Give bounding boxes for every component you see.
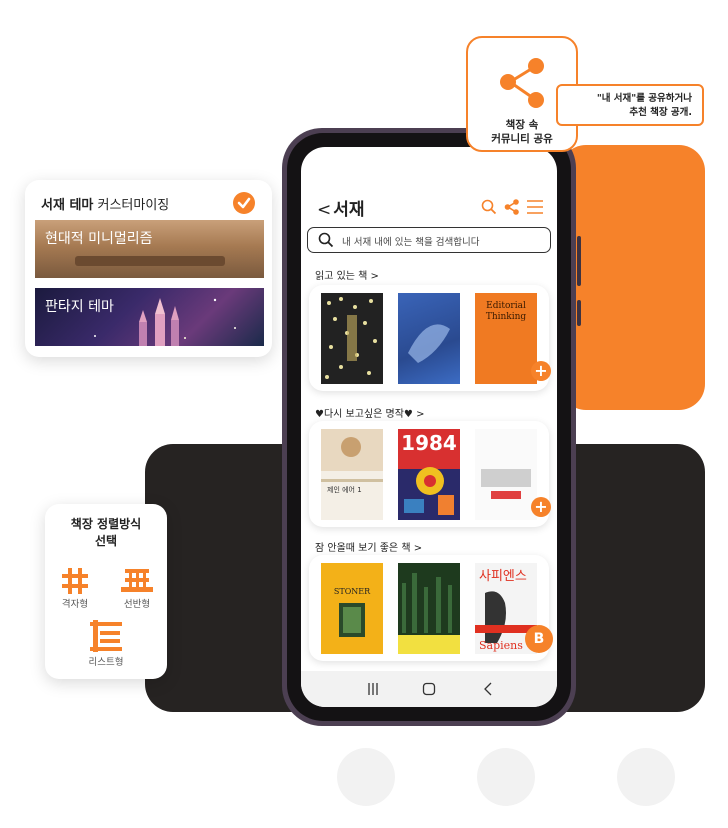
layout-option-list[interactable]: 리스트형 (81, 618, 131, 668)
search-input[interactable]: 내 서재 내에 있는 책을 검색합니다 (307, 227, 551, 253)
book-cover[interactable]: Editorial Thinking (475, 293, 537, 384)
recents-button[interactable] (367, 681, 379, 695)
layout-option-label: 리스트형 (88, 657, 124, 668)
search-icon[interactable] (481, 199, 497, 215)
share-tip-line-1: "내 서재"를 공유하거나 (596, 93, 692, 104)
library-app-icon[interactable]: B (525, 625, 553, 653)
layout-title-2: 선택 (94, 534, 118, 548)
share-tooltip: "내 서재"를 공유하거나 추천 책장 공개. (556, 84, 704, 126)
theme-option-minimal[interactable]: 현대적 미니멀리즘 (35, 220, 264, 278)
phone-screen: < 서재 내 서재 내에 있는 책을 검색합니다 읽고 있는 책 > Edito… (301, 147, 557, 707)
table-image (75, 256, 225, 266)
book-cover[interactable]: 1984 (398, 429, 460, 520)
search-placeholder: 내 서재 내에 있는 책을 검색합니다 (342, 237, 480, 248)
page-title: < 서재 (317, 200, 365, 220)
menu-icon[interactable] (527, 199, 543, 215)
layout-option-shelf[interactable]: 선반형 (115, 566, 159, 610)
orange-backdrop (560, 145, 705, 410)
book-title: Thinking (485, 312, 527, 322)
theme-card-title: 서재 테마 커스터마이징 (41, 198, 170, 213)
book-cover[interactable] (475, 429, 537, 520)
search-icon (318, 232, 334, 248)
home-button[interactable] (422, 681, 436, 696)
section-title[interactable]: 읽고 있는 책 > (315, 267, 379, 282)
grid-icon (62, 568, 88, 594)
book-cover[interactable] (398, 563, 460, 654)
section-title[interactable]: 잠 안올때 보기 좋은 책 > (315, 539, 422, 554)
layout-option-label: 선반형 (123, 599, 151, 610)
shelf-icon (121, 569, 153, 592)
book-cover[interactable]: STONER (321, 563, 383, 654)
theme-option-label: 현대적 미니멀리즘 (45, 231, 153, 247)
book-cover[interactable] (321, 293, 383, 384)
layout-option-grid[interactable]: 격자형 (55, 566, 95, 610)
power-button (577, 300, 581, 326)
system-nav-bar (301, 671, 557, 707)
book-title: 1984 (401, 431, 457, 455)
share-icon[interactable] (504, 198, 520, 216)
page-dot (477, 748, 535, 806)
book-title: 사피엔스 (479, 569, 527, 584)
bookshelf-reading: Editorial Thinking + (309, 285, 551, 391)
book-cover[interactable]: 제인 에어 1 (321, 429, 383, 520)
share-tip-line-2: 추천 책장 공개. (629, 107, 692, 118)
share-label-2: 커뮤니티 공유 (491, 133, 553, 145)
bookshelf-favorites: 제인 에어 1 1984 + (309, 421, 551, 527)
layout-card: 책장 정렬방식 선택 격자형 선반형 리스트형 (45, 504, 167, 679)
theme-option-fantasy[interactable]: 판타지 테마 (35, 288, 264, 346)
section-title[interactable]: ♥다시 보고싶은 명작♥ > (315, 405, 424, 420)
layout-option-label: 격자형 (61, 599, 89, 610)
page-dot (617, 748, 675, 806)
page-dot (337, 748, 395, 806)
theme-card: 서재 테마 커스터마이징 현대적 미니멀리즘 판타지 테마 (25, 180, 272, 357)
phone-frame: < 서재 내 서재 내에 있는 책을 검색합니다 읽고 있는 책 > Edito… (282, 128, 576, 726)
add-book-button[interactable]: + (531, 361, 551, 381)
book-title: 제인 에어 1 (327, 486, 362, 494)
volume-button (577, 236, 581, 286)
book-cover[interactable] (398, 293, 460, 384)
book-title: Editorial (486, 301, 526, 311)
check-icon[interactable] (233, 192, 255, 214)
theme-option-label: 판타지 테마 (45, 299, 114, 315)
back-button[interactable]: < (317, 200, 331, 220)
share-icon (500, 58, 544, 108)
add-book-button[interactable]: + (531, 497, 551, 517)
book-title: STONER (333, 587, 371, 596)
list-icon (90, 620, 122, 652)
layout-title-1: 책장 정렬방식 (70, 517, 142, 531)
back-nav-button[interactable] (483, 681, 493, 696)
bookshelf-bedtime: STONER 사피엔스 Sapiens B (309, 555, 553, 661)
book-subtitle: Sapiens (479, 639, 523, 652)
